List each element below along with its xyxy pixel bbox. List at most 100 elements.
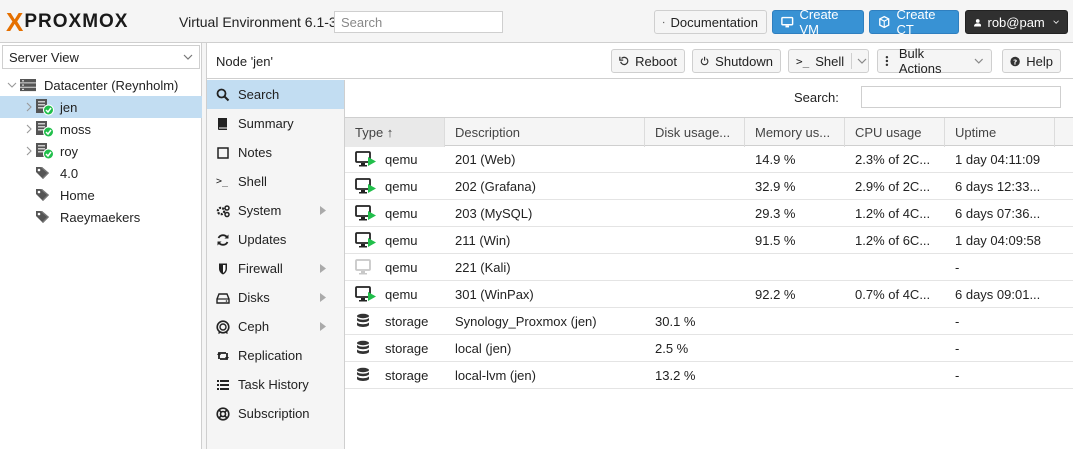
cell-disk [645,146,745,173]
menu-item-label: Updates [238,232,287,247]
tree-item-tag-home[interactable]: Home [0,184,202,206]
tree-item-node-moss[interactable]: moss [0,118,202,140]
cell-type: qemu [385,179,418,194]
tree-item-label: Home [60,188,95,203]
table-row[interactable]: storage Synology_Proxmox (jen) 30.1 % - [345,308,1073,335]
table-row[interactable]: qemu 221 (Kali) - [345,254,1073,281]
tag-icon [36,211,49,223]
table-row[interactable]: storage local-lvm (jen) 13.2 % - [345,362,1073,389]
desktop-icon [781,16,794,27]
chevron-down-icon [857,58,867,64]
cell-type: qemu [385,206,418,221]
table-row[interactable]: storage local (jen) 2.5 % - [345,335,1073,362]
tree-item-node-roy[interactable]: roy [0,140,202,162]
cell-type: qemu [385,233,418,248]
content-panel: Node 'jen' Reboot Shutdown >_ Shell Bulk… [206,43,1073,449]
chevron-down-icon [1053,20,1059,24]
user-icon [974,18,982,27]
shell-dropdown-toggle[interactable] [851,53,867,69]
proxmox-logo[interactable]: X PROXMOX [6,9,128,35]
table-row[interactable]: qemu 202 (Grafana) 32.9 % 2.9% of 2C... 6 da… [345,173,1073,200]
create-ct-label: Create CT [896,7,936,37]
menu-item-system[interactable]: System [207,196,344,225]
cell-uptime: - [955,341,960,356]
tree-item-node-jen[interactable]: jen [0,96,202,118]
menu-item-disks[interactable]: Disks [207,283,344,312]
menu-item-replication[interactable]: Replication [207,341,344,370]
table-row[interactable]: qemu 211 (Win) 91.5 % 1.2% of 6C... 1 day 04… [345,227,1073,254]
resource-tree: Datacenter (Reynholm) jen moss roy 4.0 H… [0,74,202,228]
cube-icon [879,15,890,29]
menu-item-notes[interactable]: Notes [207,138,344,167]
menu-item-search[interactable]: Search [207,80,344,109]
grid-body: qemu 201 (Web) 14.9 % 2.3% of 2C... 1 day 04… [345,146,1073,389]
cell-cpu [845,362,945,389]
cell-cpu: 2.9% of 2C... [855,179,931,194]
column-header-description[interactable]: Description [445,118,645,147]
reboot-label: Reboot [635,53,677,69]
column-header-cpu-usage[interactable]: CPU usage [845,118,945,147]
cell-description: local-lvm (jen) [455,368,536,383]
collapse-chevron-icon[interactable] [7,80,17,90]
tree-item-label: moss [60,122,92,137]
cell-uptime: 6 days 09:01... [955,287,1041,302]
view-selector[interactable]: Server View [2,45,200,69]
tree-item-datacenter[interactable]: Datacenter (Reynholm) [0,74,202,96]
cell-memory: 29.3 % [755,206,796,221]
table-row[interactable]: qemu 203 (MySQL) 29.3 % 1.2% of 4C... 6 days… [345,200,1073,227]
menu-item-label: Subscription [238,406,310,421]
cell-uptime: - [955,368,960,383]
resource-tree-pane: Server View Datacenter (Reynholm) jen mo… [0,43,202,449]
question-circle-icon: ? [1010,56,1020,66]
table-row[interactable]: qemu 301 (WinPax) 92.2 % 0.7% of 4C... 6 day… [345,281,1073,308]
create-vm-button[interactable]: Create VM [772,7,864,37]
shell-button[interactable]: >_ Shell [788,49,869,73]
menu-item-ceph[interactable]: Ceph [207,312,344,341]
menu-item-updates[interactable]: Updates [207,225,344,254]
top-bar: X PROXMOX Virtual Environment 6.1-3 Docu… [0,0,1073,43]
menu-item-subscription[interactable]: Subscription [207,399,344,428]
reboot-button[interactable]: Reboot [611,49,685,73]
shutdown-button[interactable]: Shutdown [692,49,781,73]
column-header-disk-usage[interactable]: Disk usage... [645,118,745,147]
node-menu: Search Summary Notes >_ Shell System Upd… [207,80,345,449]
grid-search-input[interactable] [861,86,1061,108]
expand-chevron-icon[interactable] [24,124,34,134]
help-button[interactable]: ? Help [1002,49,1061,73]
menu-item-label: Firewall [238,261,283,276]
menu-item-task-history[interactable]: Task History [207,370,344,399]
expand-chevron-icon[interactable] [24,146,34,156]
menu-item-shell[interactable]: >_ Shell [207,167,344,196]
column-header-uptime[interactable]: Uptime [945,118,1055,147]
cell-description: 211 (Win) [455,233,511,248]
cell-memory [745,362,845,389]
bulk-actions-button[interactable]: Bulk Actions [877,46,992,76]
tree-item-tag-raeymaekers[interactable]: Raeymaekers [0,206,202,228]
search-input[interactable] [334,11,503,33]
ellipsis-vertical-icon [885,55,889,67]
column-header-memory-usage[interactable]: Memory us... [745,118,845,147]
table-row[interactable]: qemu 201 (Web) 14.9 % 2.3% of 2C... 1 day 04… [345,146,1073,173]
datacenter-icon [20,79,36,92]
cell-disk: 30.1 % [655,314,696,329]
menu-item-firewall[interactable]: Firewall [207,254,344,283]
tree-item-label: Raeymaekers [60,210,141,225]
user-menu-button[interactable]: rob@pam [965,10,1068,34]
expand-chevron-icon[interactable] [24,102,34,112]
tree-item-tag-4-0[interactable]: 4.0 [0,162,202,184]
menu-item-label: Shell [238,174,267,189]
cell-disk [645,227,745,254]
book-icon [663,21,665,23]
retweet-icon [217,352,229,360]
content-header: Node 'jen' Reboot Shutdown >_ Shell Bulk… [207,43,1073,79]
documentation-button[interactable]: Documentation [654,10,767,34]
cell-memory: 92.2 % [755,287,796,302]
menu-item-summary[interactable]: Summary [207,109,344,138]
create-ct-button[interactable]: Create CT [869,7,959,37]
cell-uptime: 6 days 07:36... [955,206,1041,221]
cell-disk [645,173,745,200]
node-online-icon [36,121,54,138]
grid-search-label: Search: [794,90,839,105]
column-header-type[interactable]: Type ↑ [345,118,445,147]
search-grid-panel: Search: Type ↑ Description Disk usage...… [345,80,1073,449]
